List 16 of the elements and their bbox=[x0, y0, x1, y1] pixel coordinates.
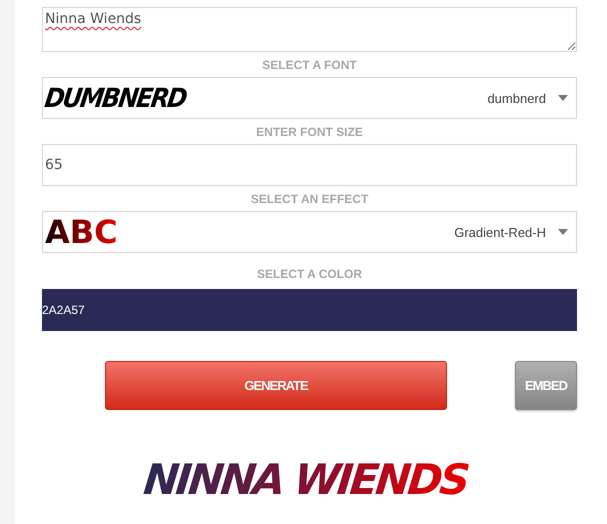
section-label: SELECT A COLOR bbox=[256, 267, 362, 281]
caret-icon bbox=[558, 95, 568, 101]
section-label: ENTER FONT SIZE bbox=[256, 125, 363, 139]
color-value: 2A2A57 bbox=[42, 303, 85, 317]
effect-dropdown[interactable]: ABC Gradient-Red-H bbox=[42, 211, 577, 253]
caret-icon bbox=[558, 229, 568, 235]
section-label: SELECT A FONT bbox=[262, 58, 357, 72]
dropdown-value: dumbnerd bbox=[487, 90, 546, 106]
font-dropdown[interactable]: DUMBNERD dumbnerd bbox=[42, 77, 577, 119]
text-input-field[interactable]: Ninna Wiends bbox=[42, 7, 577, 52]
font-preview: DUMBNERD bbox=[42, 82, 188, 114]
dropdown-value: Gradient-Red-H bbox=[454, 224, 546, 240]
section-label: SELECT AN EFFECT bbox=[250, 192, 368, 206]
font-size-field[interactable]: 65 bbox=[42, 144, 577, 186]
color-picker-field[interactable]: 2A2A57 bbox=[42, 289, 577, 331]
generate-button[interactable]: GENERATE bbox=[105, 361, 447, 410]
